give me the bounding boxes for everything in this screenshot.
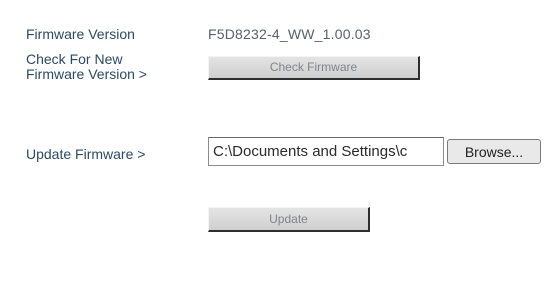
check-firmware-label-line1: Check For New: [26, 51, 123, 67]
update-firmware-label: Update Firmware >: [26, 146, 146, 162]
browse-button[interactable]: Browse...: [447, 139, 541, 164]
firmware-version-value: F5D8232-4_WW_1.00.03: [208, 26, 371, 42]
firmware-version-label: Firmware Version: [26, 26, 135, 42]
check-firmware-label: Check For New Firmware Version >: [26, 52, 147, 82]
firmware-file-input[interactable]: C:\Documents and Settings\c: [208, 137, 444, 166]
check-firmware-label-line2: Firmware Version >: [26, 66, 147, 82]
check-firmware-button[interactable]: Check Firmware: [208, 56, 420, 80]
update-button[interactable]: Update: [208, 207, 370, 232]
